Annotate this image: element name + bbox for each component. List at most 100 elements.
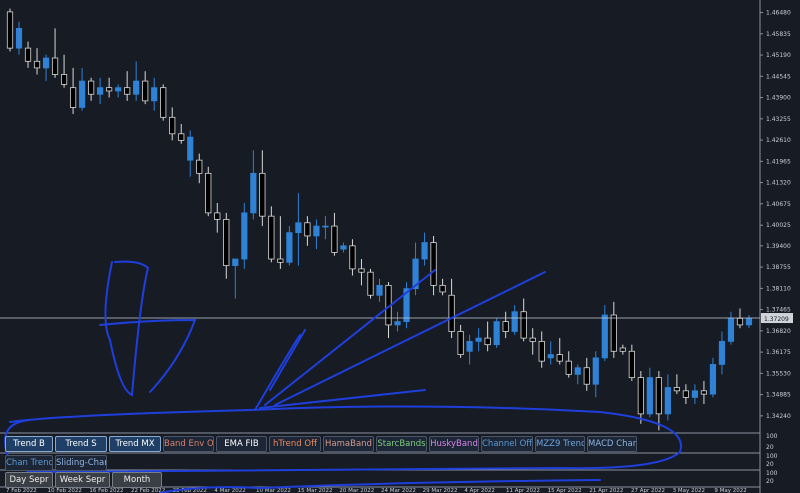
candle-body: [466, 340, 473, 352]
candle-body: [169, 116, 176, 135]
toolbar-button-trend-b[interactable]: Trend B: [5, 436, 53, 452]
candle-body: [511, 311, 518, 332]
candle-body: [268, 215, 275, 260]
price-tick-label: 1.45835: [766, 31, 791, 38]
candle-body: [601, 314, 608, 359]
candle-body: [556, 354, 563, 362]
candle-body: [160, 87, 167, 118]
toolbar-button-band-env-off[interactable]: Band Env Off: [163, 436, 214, 452]
candle-body: [15, 27, 23, 49]
toolbar-button-week-sepr[interactable]: Week Sepr: [55, 472, 110, 488]
candle-body: [529, 337, 536, 342]
candle-body: [394, 321, 401, 326]
candle-body: [106, 87, 113, 92]
candle-body: [133, 80, 140, 95]
candle-body: [502, 321, 509, 332]
price-tick-label: 1.37465: [766, 307, 791, 314]
price-chart[interactable]: 1.37209 1.46480 1.45835 1.45190 1.44545 1.439…: [0, 0, 800, 493]
toolbar-button-sliding-chan[interactable]: Sliding-Chan: [55, 455, 107, 471]
price-tick-label: 1.36175: [766, 349, 791, 356]
candle-body: [421, 242, 428, 260]
toolbar-button-trend-mx[interactable]: Trend MX: [109, 436, 161, 452]
chart-window[interactable]: 1.37209 1.46480 1.45835 1.45190 1.44545 1.439…: [0, 0, 800, 493]
toolbar-button-trend-s[interactable]: Trend S: [55, 436, 107, 452]
candle-body: [232, 258, 239, 267]
date-tick-label: 7 Feb 2022: [6, 488, 37, 493]
candle-body: [484, 337, 491, 346]
candle-body: [60, 74, 68, 85]
candle-body: [340, 245, 347, 250]
price-tick-label: 1.45190: [766, 52, 791, 59]
candle-body: [250, 172, 257, 214]
candle-body: [6, 11, 14, 49]
toolbar-button-chan-trend[interactable]: Chan Trend: [5, 455, 53, 471]
candle-body: [115, 87, 122, 92]
toolbar-button-day-sepr[interactable]: Day Sepr: [5, 472, 53, 488]
candle-body: [286, 232, 293, 263]
indicator-scale-label: 100: [766, 453, 778, 460]
toolbar-button-month[interactable]: Month: [112, 472, 162, 488]
candle-body: [493, 321, 500, 346]
candle-body: [745, 317, 753, 326]
candle-body: [439, 284, 446, 293]
candle-body: [610, 314, 617, 352]
candle: [6, 8, 14, 52]
indicator-scale-label: 20: [766, 444, 774, 451]
candle-body: [475, 337, 482, 342]
price-tick-label: 1.36820: [766, 328, 791, 335]
date-tick-label: 24 Mar 2022: [381, 488, 416, 493]
candle-body: [69, 87, 77, 108]
price-tick-label: 1.40025: [766, 222, 791, 229]
toolbar-button-starcbands[interactable]: StarcBands: [376, 436, 427, 452]
candle-body: [187, 136, 194, 161]
price-tick-label: 1.39400: [766, 243, 791, 250]
current-price-label: 1.37209: [764, 316, 789, 323]
toolbar-button-hamaband[interactable]: HamaBand: [323, 436, 374, 452]
toolbar-button-htrend-off[interactable]: hTrend Off: [269, 436, 321, 452]
price-tick-label: 1.35530: [766, 370, 791, 377]
candle-body: [151, 87, 158, 102]
toolbar-button-mzz9-trend[interactable]: MZZ9 Trend: [535, 436, 585, 452]
candle-body: [277, 258, 284, 263]
candle-body: [682, 390, 690, 398]
candle-body: [142, 80, 149, 102]
candle-body: [430, 242, 437, 286]
candle-body: [592, 357, 599, 385]
candle-body: [646, 377, 653, 415]
candle-body: [547, 354, 554, 359]
candle-body: [565, 360, 572, 375]
price-tick-label: 1.38755: [766, 264, 791, 271]
indicator-scale-label: 20: [766, 478, 774, 485]
candle-body: [736, 317, 744, 326]
date-tick-label: 15 Mar 2022: [298, 488, 333, 493]
candle-body: [322, 225, 329, 228]
candle-body: [349, 245, 356, 270]
toolbar-button-huskyband[interactable]: HuskyBand: [429, 436, 479, 452]
candle-body: [664, 387, 671, 415]
price-tick-label: 1.42610: [766, 137, 791, 144]
price-tick-label: 1.43900: [766, 95, 791, 102]
candle-body: [24, 47, 32, 62]
candle-body: [178, 133, 185, 141]
toolbar-button-channel-off[interactable]: Channel Off: [481, 436, 533, 452]
date-tick-label: 21 Apr 2022: [589, 488, 623, 493]
indicator-scale-label: 100: [766, 433, 778, 440]
candle-body: [97, 87, 104, 95]
date-tick-label: 27 Apr 2022: [631, 488, 665, 493]
date-tick-label: 4 Apr 2022: [464, 488, 495, 493]
candle-body: [331, 225, 338, 253]
date-tick-label: 3 May 2022: [673, 488, 705, 493]
toolbar-button-ema-fib[interactable]: EMA FIB: [216, 436, 267, 452]
price-tick-label: 1.46480: [766, 10, 791, 17]
price-tick-label: 1.34885: [766, 392, 791, 399]
candle-body: [673, 387, 680, 392]
price-tick-label: 1.43255: [766, 116, 791, 123]
candle-body: [88, 80, 95, 95]
toolbar-button-macd-chart[interactable]: MACD Chart: [587, 436, 637, 452]
candle-body: [628, 350, 635, 379]
price-tick-label: 1.44545: [766, 73, 791, 80]
candle-body: [241, 212, 248, 260]
candle: [241, 202, 248, 269]
candle-body: [304, 222, 311, 237]
candle-body: [313, 225, 320, 237]
